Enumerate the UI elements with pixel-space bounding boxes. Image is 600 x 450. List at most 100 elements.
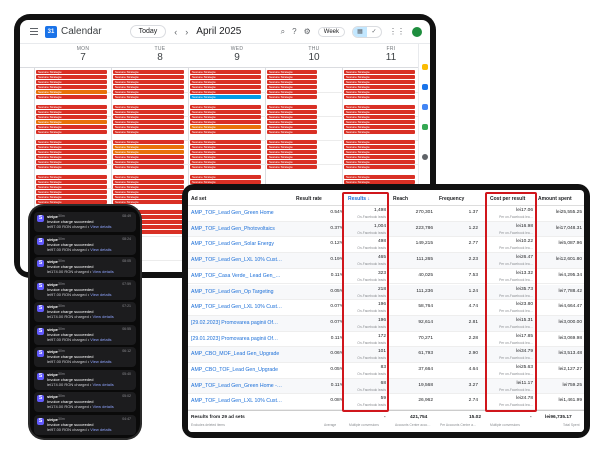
tasks-icon[interactable] [422, 84, 428, 90]
calendar-event[interactable]: Sesiune Strategie [113, 175, 184, 179]
stripe-notification[interactable]: Sstripe 30m 08:05 Invoice charge succeeded l… [34, 257, 136, 277]
calendar-event[interactable]: Sesiune Strategie [190, 145, 261, 149]
calendar-event[interactable]: Sesiune Strategie [36, 70, 107, 74]
contacts-icon[interactable] [422, 104, 428, 110]
calendar-event[interactable]: Sesiune Strategie [344, 70, 415, 74]
calendar-event[interactable]: Sesiune Strategie [113, 105, 184, 109]
calendar-event[interactable]: Sesiune Strategie [36, 155, 107, 159]
calendar-event[interactable]: Sesiune Strategie [344, 165, 415, 169]
today-button[interactable]: Today [129, 25, 167, 38]
header-reach[interactable]: Reach [393, 196, 408, 202]
gear-icon[interactable]: ⚙ [304, 27, 311, 36]
calendar-event[interactable]: Sesiune Strategie [267, 70, 317, 74]
calendar-event[interactable]: Sesiune Strategie [344, 130, 415, 134]
calendar-event[interactable]: Sesiune Strategie [36, 150, 107, 154]
calendar-event[interactable]: Sesiune Strategie [267, 160, 317, 164]
calendar-event[interactable]: Sesiune Strategie [113, 95, 184, 99]
calendar-event[interactable]: Sesiune Strategie [344, 155, 415, 159]
calendar-event[interactable]: Sesiune Strategie [190, 155, 261, 159]
calendar-event[interactable]: Sesiune Strategie [344, 150, 415, 154]
calendar-event[interactable]: Sesiune Strategie [267, 90, 317, 94]
calendar-event[interactable]: Sesiune Strategie [113, 110, 184, 114]
calendar-event[interactable]: Sesiune Strategie [344, 175, 415, 179]
stripe-notification[interactable]: Sstripe 30m 08:24 Invoice charge succeeded l… [34, 234, 136, 255]
calendar-event[interactable]: Sesiune Strategie [36, 185, 107, 189]
calendar-event[interactable]: Sesiune Strategie [113, 75, 184, 79]
calendar-event[interactable]: Sesiune Strategie [36, 90, 107, 94]
next-week-icon[interactable]: › [185, 27, 188, 37]
maps-icon[interactable] [422, 124, 428, 130]
calendar-event[interactable]: Sesiune Strategie [36, 110, 107, 114]
calendar-view-icon[interactable]: ▦ [353, 26, 367, 37]
ad-set-name[interactable]: AMP_CBO_MOF_Lead Gen_Upgrade [191, 351, 296, 357]
ad-set-name[interactable]: AMP_TOF_Casa Verde_ Lead Gen_… [191, 273, 296, 279]
calendar-event[interactable]: Sesiune Strategie [190, 140, 261, 144]
calendar-event[interactable]: Sesiune Strategie [113, 160, 184, 164]
day-column-header[interactable]: TUE 8 [123, 46, 197, 63]
calendar-event[interactable]: Sesiune Strategie [113, 155, 184, 159]
tasks-view-icon[interactable]: ✓ [367, 27, 381, 37]
calendar-event[interactable]: Sesiune Strategie [267, 105, 317, 109]
apps-icon[interactable]: ⋮⋮ [389, 27, 405, 36]
calendar-event[interactable]: Sesiune Strategie [267, 150, 317, 154]
calendar-event[interactable]: Sesiune Strategie [36, 130, 107, 134]
calendar-event[interactable]: Sesiune Strategie [36, 125, 107, 129]
calendar-event[interactable]: Sesiune Strategie [267, 80, 317, 84]
keep-icon[interactable] [422, 64, 428, 70]
ad-set-name[interactable]: AMP_TOF_Lead Gen_LXL 10% Cust… [191, 257, 296, 263]
stripe-notification[interactable]: Sstripe 30m 04:47 Invoice charge succeeded l… [34, 414, 136, 435]
day-column-header[interactable]: THU 10 [277, 46, 351, 63]
day-column-header[interactable]: FRI 11 [354, 46, 428, 63]
ad-set-name[interactable]: [29.01.2023] Promovarea paginii Of… [191, 336, 296, 342]
view-details-link[interactable]: View details [90, 337, 111, 342]
calendar-event[interactable]: Sesiune Strategie [36, 75, 107, 79]
calendar-event[interactable]: Sesiune Strategie [267, 115, 317, 119]
view-details-link[interactable]: View details [90, 359, 111, 364]
calendar-event[interactable]: Sesiune Strategie [267, 110, 317, 114]
calendar-event[interactable]: Sesiune Strategie [267, 140, 317, 144]
calendar-event[interactable]: Sesiune Strategie [113, 90, 184, 94]
ad-set-name[interactable]: AMP_TOF_Lead Gen_Solar Energy [191, 241, 296, 247]
calendar-event[interactable]: Sesiune Strategie [344, 105, 415, 109]
stripe-notification[interactable]: Sstripe 30m 05:40 Invoice charge succeeded l… [34, 369, 136, 390]
view-details-link[interactable]: View details [92, 314, 113, 319]
calendar-event[interactable]: Sesiune Strategie [190, 165, 261, 169]
calendar-event[interactable]: Sesiune Strategie [344, 140, 415, 144]
prev-week-icon[interactable]: ‹ [174, 27, 177, 37]
calendar-event[interactable]: Sesiune Strategie [36, 190, 107, 194]
calendar-event[interactable]: Sesiune Strategie [267, 95, 317, 99]
calendar-event[interactable]: Sesiune Strategie [190, 95, 261, 99]
calendar-event[interactable]: Sesiune Strategie [344, 90, 415, 94]
header-ad-set[interactable]: Ad set [191, 196, 206, 202]
calendar-event[interactable]: Sesiune Strategie [267, 130, 317, 134]
menu-icon[interactable] [30, 28, 38, 35]
calendar-event[interactable]: Sesiune Strategie [344, 125, 415, 129]
calendar-event[interactable]: Sesiune Strategie [36, 195, 107, 199]
avatar[interactable] [412, 26, 422, 37]
calendar-event[interactable]: Sesiune Strategie [113, 200, 184, 204]
calendar-event[interactable]: Sesiune Strategie [113, 125, 184, 129]
ad-set-name[interactable]: AMP_CBO_TOF_Lead Gen_Upgrade [191, 367, 296, 373]
calendar-event[interactable]: Sesiune Strategie [344, 115, 415, 119]
calendar-event[interactable]: Sesiune Strategie [36, 105, 107, 109]
calendar-event[interactable]: Sesiune Strategie [113, 150, 184, 154]
stripe-notification[interactable]: Sstripe 30m 07:59 Invoice charge succeeded l… [34, 279, 136, 300]
calendar-event[interactable]: Sesiune Strategie [36, 140, 107, 144]
ad-set-name[interactable]: AMP_TOF_Lead Gen_Green Home -… [191, 383, 296, 389]
help-icon[interactable]: ? [292, 27, 296, 36]
view-details-link[interactable]: View details [90, 247, 111, 252]
calendar-event[interactable]: Sesiune Strategie [113, 145, 184, 149]
calendar-event[interactable]: Sesiune Strategie [36, 175, 107, 179]
calendar-event[interactable]: Sesiune Strategie [113, 195, 184, 199]
calendar-event[interactable]: Sesiune Strategie [190, 90, 261, 94]
stripe-notification[interactable]: Sstripe 30m 05:02 Invoice charge succeeded l… [34, 392, 136, 412]
calendar-event[interactable]: Sesiune Strategie [190, 85, 261, 89]
calendar-event[interactable]: Sesiune Strategie [113, 190, 184, 194]
calendar-event[interactable]: Sesiune Strategie [190, 175, 261, 179]
day-column-header[interactable]: MON 7 [46, 46, 120, 63]
calendar-event[interactable]: Sesiune Strategie [190, 115, 261, 119]
calendar-event[interactable]: Sesiune Strategie [190, 130, 261, 134]
calendar-event[interactable]: Sesiune Strategie [113, 85, 184, 89]
calendar-event[interactable]: Sesiune Strategie [113, 80, 184, 84]
calendar-event[interactable]: Sesiune Strategie [190, 125, 261, 129]
